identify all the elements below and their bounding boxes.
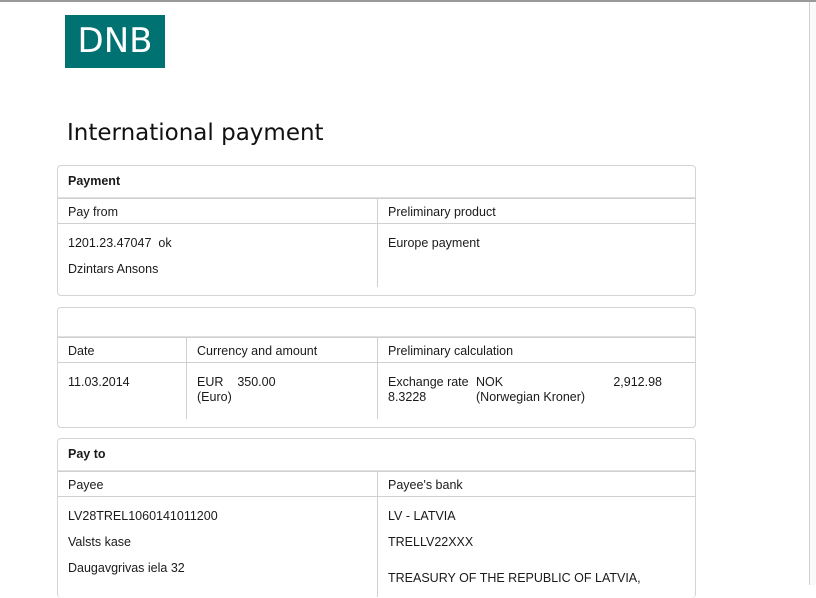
target-currency-name: (Norwegian Kroner) xyxy=(476,390,586,404)
payment-panel-title: Payment xyxy=(58,166,695,198)
pay-to-panel-title: Pay to xyxy=(58,439,695,471)
details-panel-header xyxy=(58,308,695,337)
bank-name: TREASURY OF THE REPUBLIC OF LATVIA, xyxy=(388,571,641,585)
payee-name: Valsts kase xyxy=(68,535,131,549)
window-edge xyxy=(809,2,816,585)
pay-to-value-row: LV28TREL1060141011200 Valsts kase Daugav… xyxy=(58,497,695,597)
preliminary-product-label: Preliminary product xyxy=(377,198,695,224)
converted-amount: 2,912.98 xyxy=(613,375,662,389)
currency-name: (Euro) xyxy=(197,390,232,404)
pay-from-value: 1201.23.47047 ok Dzintars Ansons xyxy=(58,224,377,287)
pay-from-label: Pay from xyxy=(58,198,377,224)
exchange-rate-label: Exchange rate xyxy=(388,375,469,389)
account-number: 1201.23.47047 xyxy=(68,236,152,250)
bank-country: LV - LATVIA xyxy=(388,509,456,523)
payment-date: 11.03.2014 xyxy=(68,375,130,389)
payee-value: LV28TREL1060141011200 Valsts kase Daugav… xyxy=(58,497,377,597)
currency-amount-value: EUR 350.00 (Euro) xyxy=(186,363,377,419)
product-value: Europe payment xyxy=(377,224,695,287)
pay-to-panel: Pay to Payee Payee's bank LV28TREL106014… xyxy=(57,438,696,598)
payee-bank-label: Payee's bank xyxy=(377,471,695,497)
logo-text: DNB xyxy=(77,21,153,61)
amount: 350.00 xyxy=(237,375,276,389)
calculation-value: Exchange rate 8.3228 NOK (Norwegian Kron… xyxy=(377,363,695,419)
account-status: ok xyxy=(158,236,172,250)
details-panel: Date Currency and amount Preliminary cal… xyxy=(57,307,696,428)
payee-iban: LV28TREL1060141011200 xyxy=(68,509,218,523)
exchange-rate: 8.3228 xyxy=(388,390,427,404)
bank-bic: TRELLV22XXX xyxy=(388,535,474,549)
payee-address: Daugavgrivas iela 32 xyxy=(68,561,185,575)
details-value-row: 11.03.2014 EUR 350.00 (Euro) Exchange ra… xyxy=(58,363,695,419)
payment-value-row: 1201.23.47047 ok Dzintars Ansons Europe … xyxy=(58,224,695,287)
date-value: 11.03.2014 xyxy=(58,363,186,419)
preliminary-calculation-label: Preliminary calculation xyxy=(377,337,695,363)
payment-panel: Payment Pay from Preliminary product 120… xyxy=(57,165,696,296)
account-holder: Dzintars Ansons xyxy=(68,262,159,276)
date-label: Date xyxy=(58,337,186,363)
preliminary-product: Europe payment xyxy=(388,236,480,250)
currency-code: EUR xyxy=(197,375,224,389)
currency-amount-label: Currency and amount xyxy=(186,337,377,363)
page-title: International payment xyxy=(67,120,324,146)
dnb-logo: DNB xyxy=(65,15,165,68)
payee-label: Payee xyxy=(58,471,377,497)
payee-bank-value: LV - LATVIA TRELLV22XXX TREASURY OF THE … xyxy=(377,497,695,597)
